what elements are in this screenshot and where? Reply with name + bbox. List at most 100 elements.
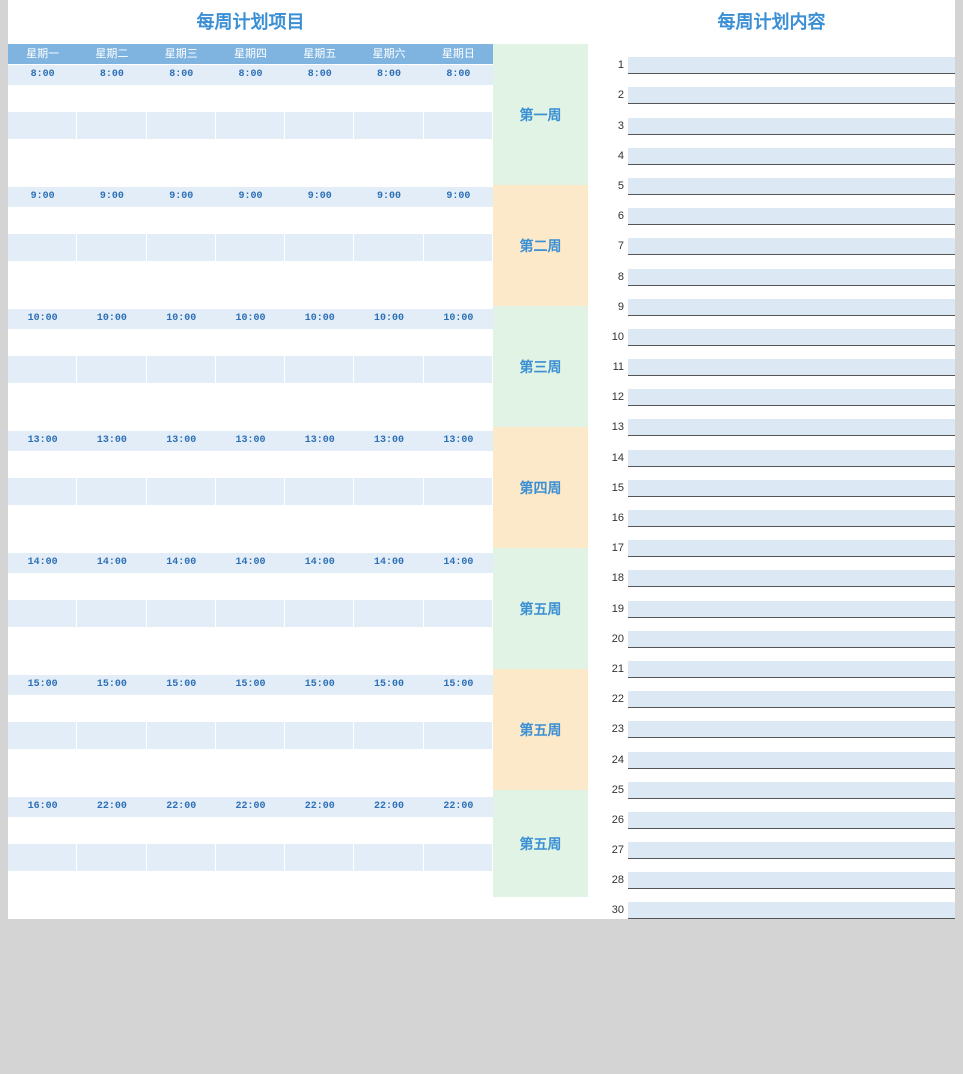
- plan-cell[interactable]: [285, 166, 354, 186]
- content-input-line[interactable]: [628, 510, 955, 527]
- content-input-line[interactable]: [628, 842, 955, 859]
- plan-cell[interactable]: [147, 207, 216, 234]
- time-cell[interactable]: 10:00: [216, 309, 285, 329]
- plan-cell[interactable]: [285, 817, 354, 844]
- time-cell[interactable]: 8:00: [424, 65, 493, 85]
- plan-cell[interactable]: [147, 451, 216, 478]
- plan-cell[interactable]: [77, 329, 146, 356]
- plan-cell[interactable]: [424, 776, 493, 796]
- time-cell[interactable]: 8:00: [354, 65, 423, 85]
- time-cell[interactable]: 10:00: [285, 309, 354, 329]
- plan-cell[interactable]: [8, 600, 77, 627]
- plan-cell[interactable]: [147, 532, 216, 552]
- plan-cell[interactable]: [147, 139, 216, 166]
- plan-cell[interactable]: [424, 532, 493, 552]
- plan-cell[interactable]: [285, 776, 354, 796]
- plan-cell[interactable]: [354, 451, 423, 478]
- time-cell[interactable]: 8:00: [216, 65, 285, 85]
- time-cell[interactable]: 15:00: [354, 675, 423, 695]
- plan-cell[interactable]: [285, 532, 354, 552]
- plan-cell[interactable]: [285, 139, 354, 166]
- plan-cell[interactable]: [216, 817, 285, 844]
- plan-cell[interactable]: [8, 451, 77, 478]
- plan-cell[interactable]: [147, 329, 216, 356]
- plan-row[interactable]: [8, 776, 493, 796]
- plan-row[interactable]: [8, 166, 493, 186]
- time-cell[interactable]: 14:00: [216, 553, 285, 573]
- plan-cell[interactable]: [285, 600, 354, 627]
- plan-cell[interactable]: [424, 722, 493, 749]
- plan-row[interactable]: [8, 844, 493, 871]
- plan-cell[interactable]: [147, 722, 216, 749]
- plan-row[interactable]: [8, 288, 493, 308]
- plan-cell[interactable]: [285, 329, 354, 356]
- plan-cell[interactable]: [354, 329, 423, 356]
- content-input-line[interactable]: [628, 389, 955, 406]
- plan-cell[interactable]: [216, 695, 285, 722]
- plan-cell[interactable]: [354, 166, 423, 186]
- plan-cell[interactable]: [424, 234, 493, 261]
- time-cell[interactable]: 14:00: [285, 553, 354, 573]
- plan-cell[interactable]: [424, 573, 493, 600]
- plan-cell[interactable]: [216, 410, 285, 430]
- plan-cell[interactable]: [77, 600, 146, 627]
- plan-cell[interactable]: [147, 817, 216, 844]
- plan-cell[interactable]: [424, 139, 493, 166]
- plan-cell[interactable]: [77, 234, 146, 261]
- plan-cell[interactable]: [77, 139, 146, 166]
- time-cell[interactable]: 14:00: [147, 553, 216, 573]
- plan-cell[interactable]: [354, 600, 423, 627]
- content-input-line[interactable]: [628, 450, 955, 467]
- plan-cell[interactable]: [354, 383, 423, 410]
- plan-cell[interactable]: [285, 288, 354, 308]
- plan-cell[interactable]: [424, 654, 493, 674]
- plan-cell[interactable]: [77, 451, 146, 478]
- content-input-line[interactable]: [628, 329, 955, 346]
- plan-row[interactable]: [8, 478, 493, 505]
- plan-cell[interactable]: [285, 722, 354, 749]
- plan-cell[interactable]: [216, 288, 285, 308]
- plan-cell[interactable]: [8, 85, 77, 112]
- plan-cell[interactable]: [354, 654, 423, 674]
- plan-cell[interactable]: [216, 532, 285, 552]
- plan-cell[interactable]: [285, 844, 354, 871]
- content-input-line[interactable]: [628, 87, 955, 104]
- plan-cell[interactable]: [77, 85, 146, 112]
- plan-cell[interactable]: [285, 261, 354, 288]
- plan-row[interactable]: [8, 600, 493, 627]
- plan-cell[interactable]: [147, 166, 216, 186]
- plan-cell[interactable]: [147, 234, 216, 261]
- content-input-line[interactable]: [628, 812, 955, 829]
- plan-row[interactable]: [8, 532, 493, 552]
- plan-cell[interactable]: [8, 505, 77, 532]
- plan-row[interactable]: [8, 871, 493, 898]
- time-cell[interactable]: 15:00: [8, 675, 77, 695]
- content-input-line[interactable]: [628, 299, 955, 316]
- plan-cell[interactable]: [77, 817, 146, 844]
- plan-row[interactable]: [8, 112, 493, 139]
- time-cell[interactable]: 22:00: [354, 797, 423, 817]
- plan-cell[interactable]: [285, 478, 354, 505]
- plan-cell[interactable]: [8, 817, 77, 844]
- plan-cell[interactable]: [424, 817, 493, 844]
- plan-cell[interactable]: [216, 451, 285, 478]
- plan-row[interactable]: [8, 383, 493, 410]
- plan-cell[interactable]: [285, 451, 354, 478]
- plan-cell[interactable]: [354, 356, 423, 383]
- plan-cell[interactable]: [8, 383, 77, 410]
- plan-cell[interactable]: [216, 627, 285, 654]
- plan-cell[interactable]: [424, 207, 493, 234]
- time-cell[interactable]: 9:00: [147, 187, 216, 207]
- plan-cell[interactable]: [424, 478, 493, 505]
- time-cell[interactable]: 14:00: [8, 553, 77, 573]
- plan-cell[interactable]: [147, 85, 216, 112]
- plan-cell[interactable]: [216, 356, 285, 383]
- plan-cell[interactable]: [8, 844, 77, 871]
- plan-cell[interactable]: [147, 844, 216, 871]
- content-input-line[interactable]: [628, 178, 955, 195]
- plan-cell[interactable]: [285, 112, 354, 139]
- time-cell[interactable]: 10:00: [354, 309, 423, 329]
- plan-cell[interactable]: [354, 85, 423, 112]
- plan-cell[interactable]: [77, 505, 146, 532]
- plan-cell[interactable]: [424, 166, 493, 186]
